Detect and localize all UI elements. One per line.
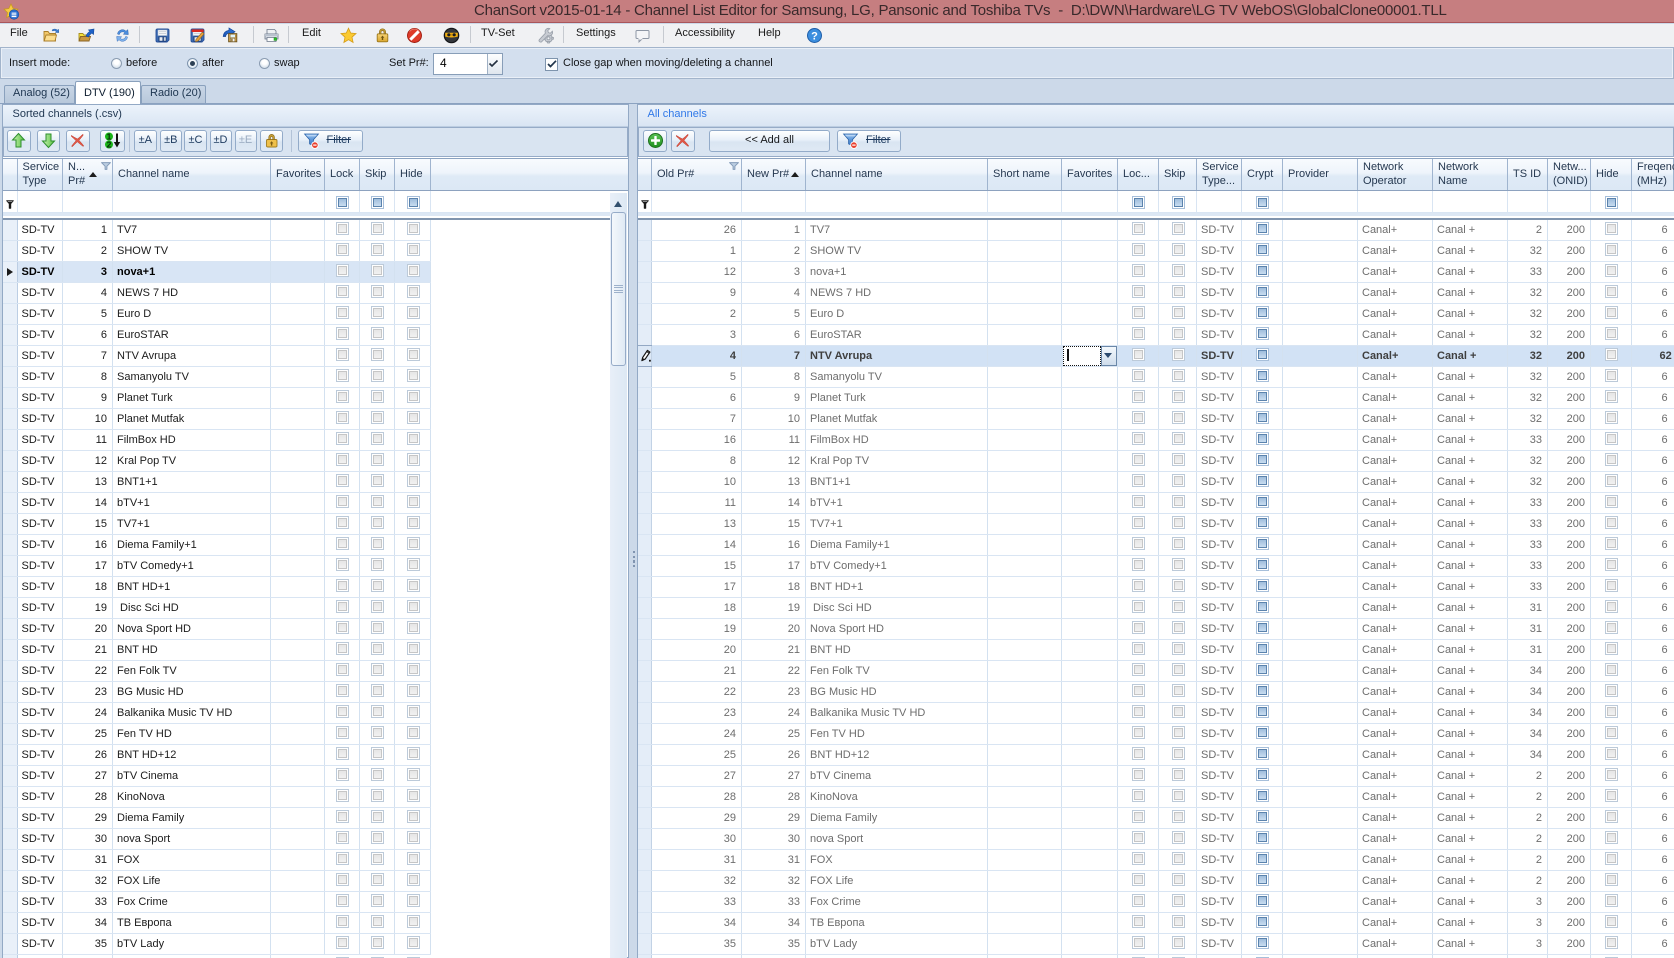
svg-text:2: 2 xyxy=(106,140,111,149)
svg-text:?: ? xyxy=(811,30,818,42)
